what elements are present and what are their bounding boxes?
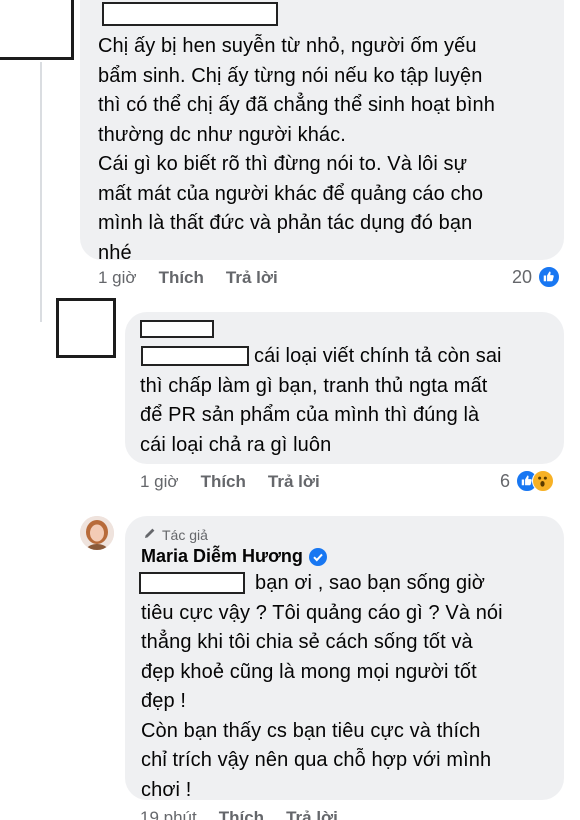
reaction-summary[interactable]: 20 <box>512 266 561 288</box>
comment-bubble: Chị ấy bị hen suyễn từ nhỏ, người ốm yếu… <box>80 0 564 264</box>
wow-icon <box>532 470 555 492</box>
comment-time[interactable]: 19 phút <box>140 808 197 820</box>
comment-text: bạn ơi , sao bạn sống giờ tiêu cực vậy ?… <box>141 572 503 801</box>
comment-time[interactable]: 1 giờ <box>98 268 137 288</box>
author-badge: Tác giả <box>143 526 208 543</box>
like-icon <box>538 266 561 288</box>
comment-actions: 1 giờ Thích Trả lời <box>98 268 278 288</box>
comment-time[interactable]: 1 giờ <box>140 472 179 492</box>
reply-button[interactable]: Trả lời <box>286 808 338 820</box>
reaction-count: 6 <box>500 470 511 491</box>
redacted-name <box>140 320 214 338</box>
like-button[interactable]: Thích <box>159 268 204 288</box>
reaction-count: 20 <box>512 266 533 287</box>
comment-bubble: Tác giả Maria Diễm Hương bạn ơi , sao bạ… <box>125 516 564 801</box>
comment-actions: 19 phút Thích Trả lời <box>140 808 338 820</box>
thread-line <box>40 62 42 322</box>
author-badge-label: Tác giả <box>162 526 208 543</box>
author-name[interactable]: Maria Diễm Hương <box>141 546 327 567</box>
comment-actions: 1 giờ Thích Trả lời <box>140 472 320 492</box>
commenter-avatar[interactable] <box>0 0 74 60</box>
comment-text: cái loại viết chính tả còn sai thì chấp … <box>140 345 502 456</box>
pencil-icon <box>143 526 157 543</box>
verified-badge-icon <box>308 547 327 566</box>
comment-text: Chị ấy bị hen suyễn từ nhỏ, người ốm yếu… <box>98 35 495 264</box>
reaction-summary[interactable]: 6 <box>500 470 555 492</box>
reply-button[interactable]: Trả lời <box>226 268 278 288</box>
reply-button[interactable]: Trả lời <box>268 472 320 492</box>
comment-bubble: cái loại viết chính tả còn sai thì chấp … <box>125 312 564 464</box>
redacted-name <box>102 2 278 26</box>
like-button[interactable]: Thích <box>219 808 264 820</box>
author-avatar[interactable] <box>80 516 114 550</box>
like-button[interactable]: Thích <box>201 472 246 492</box>
commenter-avatar[interactable] <box>56 298 116 358</box>
